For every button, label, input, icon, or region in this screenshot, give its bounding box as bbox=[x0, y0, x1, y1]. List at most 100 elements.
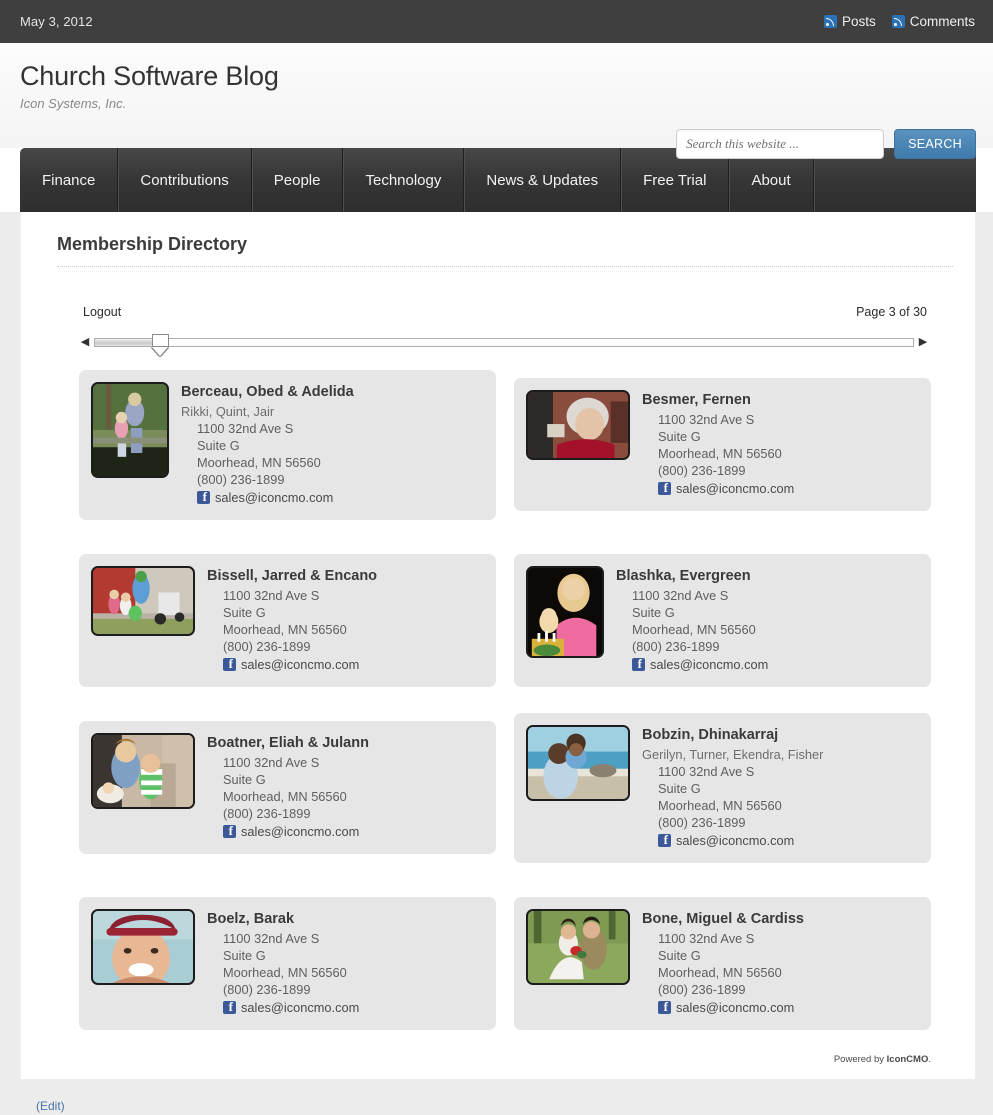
member-info: Boelz, Barak 1100 32nd Ave S Suite G Moo… bbox=[207, 909, 482, 1016]
member-card[interactable]: Blashka, Evergreen 1100 32nd Ave S Suite… bbox=[514, 554, 931, 687]
member-phone: (800) 236-1899 bbox=[197, 472, 285, 487]
rss-icon bbox=[891, 15, 905, 28]
member-email-row: sales@iconcmo.com bbox=[223, 823, 482, 840]
member-directory-grid: Berceau, Obed & Adelida Rikki, Quint, Ja… bbox=[79, 370, 931, 1030]
nav-item-news-updates[interactable]: News & Updates bbox=[464, 148, 622, 212]
page-slider: ◀ ▶ bbox=[78, 331, 930, 353]
posts-feed-link[interactable]: Posts bbox=[823, 14, 876, 29]
logout-link[interactable]: Logout bbox=[83, 305, 121, 319]
edit-link[interactable]: (Edit) bbox=[36, 1099, 65, 1113]
member-cell: Bobzin, Dhinakarraj Gerilyn, Turner, Eke… bbox=[514, 713, 931, 863]
facebook-icon[interactable] bbox=[632, 656, 645, 671]
site-title[interactable]: Church Software Blog bbox=[20, 59, 975, 93]
slider-next-arrow[interactable]: ▶ bbox=[916, 336, 930, 348]
member-card[interactable]: Bissell, Jarred & Encano 1100 32nd Ave S… bbox=[79, 554, 496, 687]
member-phone: (800) 236-1899 bbox=[223, 982, 311, 997]
member-email-link[interactable]: sales@iconcmo.com bbox=[676, 832, 794, 849]
member-phone: (800) 236-1899 bbox=[223, 806, 311, 821]
nav-item-finance[interactable]: Finance bbox=[20, 148, 119, 212]
powered-by-notice: Powered by IconCMO. bbox=[37, 1054, 931, 1079]
member-info: Bone, Miguel & Cardiss 1100 32nd Ave S S… bbox=[642, 909, 917, 1016]
member-email-row: sales@iconcmo.com bbox=[223, 999, 482, 1016]
member-address1: 1100 32nd Ave S bbox=[223, 755, 320, 770]
member-phone: (800) 236-1899 bbox=[658, 463, 746, 478]
member-address1: 1100 32nd Ave S bbox=[658, 412, 755, 427]
member-city-state-zip: Moorhead, MN 56560 bbox=[632, 622, 756, 637]
powered-by-prefix: Powered by bbox=[833, 1054, 887, 1065]
member-card[interactable]: Boatner, Eliah & Julann 1100 32nd Ave S … bbox=[79, 721, 496, 854]
member-photo bbox=[91, 566, 195, 636]
member-name: Berceau, Obed & Adelida bbox=[181, 384, 354, 400]
top-utility-bar: May 3, 2012 Posts Comments bbox=[0, 0, 993, 43]
member-card[interactable]: Bobzin, Dhinakarraj Gerilyn, Turner, Eke… bbox=[514, 713, 931, 863]
edit-row: (Edit) bbox=[36, 1097, 993, 1115]
member-name: Boatner, Eliah & Julann bbox=[207, 735, 369, 751]
member-address1: 1100 32nd Ave S bbox=[632, 588, 729, 603]
slider-thumb[interactable] bbox=[152, 333, 170, 347]
member-email-link[interactable]: sales@iconcmo.com bbox=[676, 480, 794, 497]
facebook-icon[interactable] bbox=[658, 480, 671, 495]
page-title: Membership Directory bbox=[57, 234, 248, 254]
member-info: Bobzin, Dhinakarraj Gerilyn, Turner, Eke… bbox=[642, 725, 917, 849]
member-address2: Suite G bbox=[197, 438, 240, 453]
member-email-link[interactable]: sales@iconcmo.com bbox=[241, 656, 359, 673]
member-address2: Suite G bbox=[658, 781, 701, 796]
nav-item-people[interactable]: People bbox=[252, 148, 344, 212]
member-cell: Besmer, Fernen 1100 32nd Ave S Suite G M… bbox=[514, 378, 931, 520]
member-card[interactable]: Besmer, Fernen 1100 32nd Ave S Suite G M… bbox=[514, 378, 931, 511]
member-email-link[interactable]: sales@iconcmo.com bbox=[241, 823, 359, 840]
member-name: Boelz, Barak bbox=[207, 911, 295, 927]
member-email-link[interactable]: sales@iconcmo.com bbox=[650, 656, 768, 673]
member-city-state-zip: Moorhead, MN 56560 bbox=[223, 965, 347, 980]
nav-item-contributions[interactable]: Contributions bbox=[118, 148, 252, 212]
slider-track[interactable] bbox=[94, 333, 914, 347]
search-button[interactable]: SEARCH bbox=[894, 129, 976, 159]
member-name: Bone, Miguel & Cardiss bbox=[642, 911, 804, 927]
member-card[interactable]: Boelz, Barak 1100 32nd Ave S Suite G Moo… bbox=[79, 897, 496, 1030]
facebook-icon[interactable] bbox=[223, 823, 236, 838]
rss-icon bbox=[823, 15, 837, 28]
member-cell: Boelz, Barak 1100 32nd Ave S Suite G Moo… bbox=[79, 897, 496, 1030]
slider-fill bbox=[95, 338, 161, 346]
member-name: Bobzin, Dhinakarraj bbox=[642, 727, 779, 743]
member-city-state-zip: Moorhead, MN 56560 bbox=[658, 446, 782, 461]
facebook-icon[interactable] bbox=[223, 656, 236, 671]
member-info: Blashka, Evergreen 1100 32nd Ave S Suite… bbox=[616, 566, 917, 673]
member-address1: 1100 32nd Ave S bbox=[197, 421, 294, 436]
facebook-icon[interactable] bbox=[197, 489, 210, 504]
member-email-row: sales@iconcmo.com bbox=[223, 656, 482, 673]
member-card[interactable]: Berceau, Obed & Adelida Rikki, Quint, Ja… bbox=[79, 370, 496, 520]
member-email-link[interactable]: sales@iconcmo.com bbox=[215, 489, 333, 506]
slider-prev-arrow[interactable]: ◀ bbox=[78, 336, 92, 348]
member-email-link[interactable]: sales@iconcmo.com bbox=[241, 999, 359, 1016]
member-email-row: sales@iconcmo.com bbox=[658, 832, 917, 849]
nav-item-technology[interactable]: Technology bbox=[343, 148, 465, 212]
facebook-icon[interactable] bbox=[658, 999, 671, 1014]
member-info: Besmer, Fernen 1100 32nd Ave S Suite G M… bbox=[642, 390, 917, 497]
member-phone: (800) 236-1899 bbox=[632, 639, 720, 654]
member-name: Besmer, Fernen bbox=[642, 392, 751, 408]
member-card[interactable]: Bone, Miguel & Cardiss 1100 32nd Ave S S… bbox=[514, 897, 931, 1030]
comments-feed-link[interactable]: Comments bbox=[891, 14, 975, 29]
facebook-icon[interactable] bbox=[223, 999, 236, 1014]
member-city-state-zip: Moorhead, MN 56560 bbox=[197, 455, 321, 470]
comments-feed-label: Comments bbox=[909, 14, 975, 29]
member-address2: Suite G bbox=[658, 948, 701, 963]
member-phone: (800) 236-1899 bbox=[658, 982, 746, 997]
title-divider bbox=[57, 266, 953, 267]
facebook-icon[interactable] bbox=[658, 832, 671, 847]
member-photo bbox=[526, 909, 630, 985]
main-content: Membership Directory Logout Page 3 of 30… bbox=[20, 212, 976, 1079]
member-cell: Bone, Miguel & Cardiss 1100 32nd Ave S S… bbox=[514, 897, 931, 1030]
member-email-link[interactable]: sales@iconcmo.com bbox=[676, 999, 794, 1016]
member-address1: 1100 32nd Ave S bbox=[223, 931, 320, 946]
member-email-row: sales@iconcmo.com bbox=[658, 480, 917, 497]
member-photo bbox=[526, 725, 630, 801]
member-city-state-zip: Moorhead, MN 56560 bbox=[658, 965, 782, 980]
member-photo bbox=[526, 390, 630, 460]
member-cell: Blashka, Evergreen 1100 32nd Ave S Suite… bbox=[514, 554, 931, 687]
member-photo bbox=[526, 566, 604, 658]
search-input[interactable] bbox=[676, 129, 885, 159]
member-email-row: sales@iconcmo.com bbox=[658, 999, 917, 1016]
member-city-state-zip: Moorhead, MN 56560 bbox=[658, 798, 782, 813]
